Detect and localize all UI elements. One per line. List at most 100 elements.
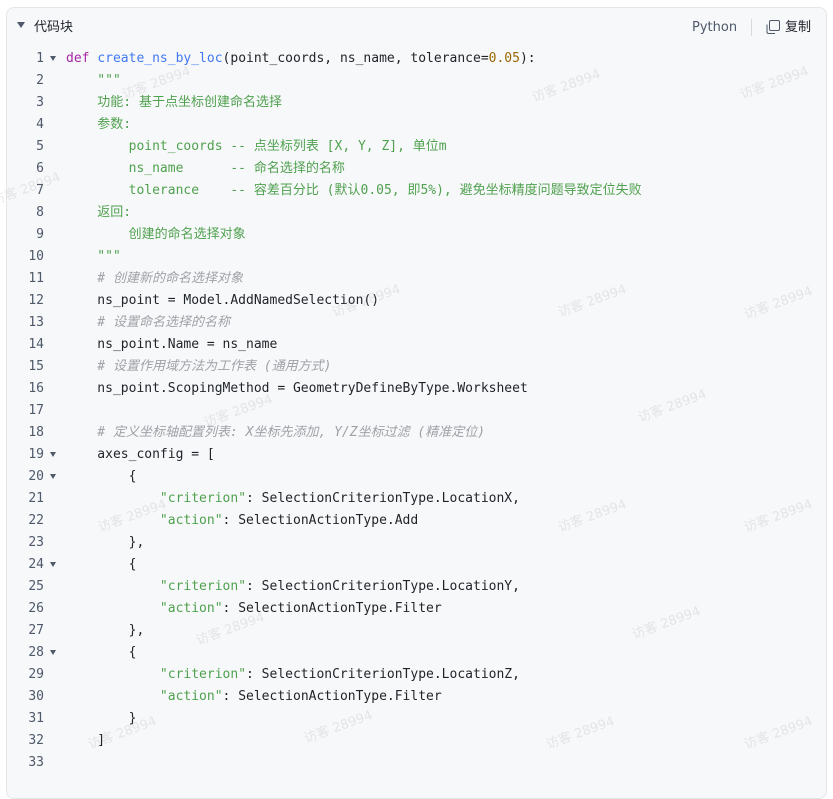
line-code: "criterion": SelectionCriterionType.Loca… [66, 664, 520, 686]
code-token: : SelectionActionType.Filter [222, 601, 442, 616]
line-code: ns_name -- 命名选择的名称 [66, 158, 345, 180]
line-number: 33 [28, 755, 44, 770]
code-token: axes_config = [ [66, 447, 215, 462]
line-code: point_coords -- 点坐标列表 [X, Y, Z], 单位m [66, 136, 447, 158]
line-number: 7 [36, 183, 44, 198]
line-number: 15 [28, 359, 44, 374]
line-code: 参数: [66, 114, 131, 136]
code-token: 创建的命名选择对象 [66, 227, 246, 242]
line-number: 8 [36, 205, 44, 220]
code-token: 参数: [66, 117, 132, 132]
line-code: 返回: [66, 202, 131, 224]
line-code: { [66, 466, 137, 488]
line-number: 19 [28, 447, 44, 462]
code-token: ): [519, 51, 536, 66]
line-code: def create_ns_by_loc(point_coords, ns_na… [66, 48, 536, 70]
code-token: """ [66, 249, 121, 264]
code-token: def [66, 51, 90, 66]
line-code: }, [66, 620, 145, 642]
code-token: 返回: [66, 205, 132, 220]
code-line: 15 # 设置作用域方法为工作表 (通用方式) [7, 356, 826, 378]
code-line: 29 "criterion": SelectionCriterionType.L… [7, 664, 826, 686]
code-line: 21 "criterion": SelectionCriterionType.L… [7, 488, 826, 510]
copy-icon [766, 20, 780, 34]
line-number: 17 [28, 403, 44, 418]
fold-caret-icon[interactable] [50, 562, 56, 567]
code-token: "criterion" [159, 579, 247, 594]
code-token: ns_name -- 命名选择的名称 [66, 161, 345, 176]
fold-caret-icon[interactable] [50, 474, 56, 479]
code-line: 17 [7, 400, 826, 422]
code-line: 27 }, [7, 620, 826, 642]
code-area[interactable]: 1 def create_ns_by_loc(point_coords, ns_n… [7, 48, 826, 774]
code-line: 11 # 创建新的命名选择对象 [7, 268, 826, 290]
code-line: 13 # 设置命名选择的名称 [7, 312, 826, 334]
line-number: 27 [28, 623, 44, 638]
code-token: point_coords -- 点坐标列表 [X, Y, Z], 单位m [66, 139, 447, 154]
code-line: 18 # 定义坐标轴配置列表: X坐标先添加, Y/Z坐标过滤 (精准定位) [7, 422, 826, 444]
code-line: 33 [7, 752, 826, 774]
line-number: 29 [28, 667, 44, 682]
code-line: 25 "criterion": SelectionCriterionType.L… [7, 576, 826, 598]
line-number: 23 [28, 535, 44, 550]
fold-caret-icon[interactable] [50, 650, 56, 655]
code-line: 28 { [7, 642, 826, 664]
line-number: 4 [36, 117, 44, 132]
fold-caret-icon[interactable] [50, 56, 56, 61]
code-line: 2 """ [7, 70, 826, 92]
line-code: # 创建新的命名选择对象 [66, 268, 243, 290]
code-token: { [66, 645, 137, 660]
line-code: axes_config = [ [66, 444, 215, 466]
code-line: 24 { [7, 554, 826, 576]
code-line: 22 "action": SelectionActionType.Add [7, 510, 826, 532]
line-number: 9 [36, 227, 44, 242]
line-number: 18 [28, 425, 44, 440]
line-code: """ [66, 70, 121, 92]
line-number: 21 [28, 491, 44, 506]
code-line: 7 tolerance -- 容差百分比 (默认0.05, 即5%), 避免坐标… [7, 180, 826, 202]
caret-down-icon[interactable] [17, 22, 25, 28]
code-line: 6 ns_name -- 命名选择的名称 [7, 158, 826, 180]
code-token: "action" [159, 513, 223, 528]
code-token: : SelectionCriterionType.LocationZ, [246, 667, 520, 682]
code-line: 8 返回: [7, 202, 826, 224]
line-code: "action": SelectionActionType.Add [66, 510, 418, 532]
line-number: 5 [36, 139, 44, 154]
line-code: "criterion": SelectionCriterionType.Loca… [66, 488, 520, 510]
code-token: # 创建新的命名选择对象 [66, 271, 243, 286]
code-token: # 设置命名选择的名称 [66, 315, 230, 330]
line-code: "action": SelectionActionType.Filter [66, 598, 442, 620]
code-token: "action" [159, 689, 223, 704]
code-block-title: 代码块 [34, 20, 74, 35]
code-line: 14 ns_point.Name = ns_name [7, 334, 826, 356]
line-number: 10 [28, 249, 44, 264]
code-line: 3 功能: 基于点坐标创建命名选择 [7, 92, 826, 114]
code-line: 20 { [7, 466, 826, 488]
code-line: 12 ns_point = Model.AddNamedSelection() [7, 290, 826, 312]
line-code: ] [66, 730, 105, 752]
code-token: 0.05 [488, 51, 520, 66]
line-number: 6 [36, 161, 44, 176]
code-token: tolerance -- 容差百分比 (默认0.05, 即5%), 避免坐标精度… [66, 183, 642, 198]
language-label: Python [692, 20, 738, 35]
line-number: 11 [28, 271, 44, 286]
code-line: 19 axes_config = [ [7, 444, 826, 466]
code-token: : SelectionCriterionType.LocationX, [246, 491, 520, 506]
line-code: { [66, 642, 137, 664]
line-code: ns_point = Model.AddNamedSelection() [66, 290, 379, 312]
code-token: # 定义坐标轴配置列表: X坐标先添加, Y/Z坐标过滤 (精准定位) [66, 425, 486, 440]
code-line: 31 } [7, 708, 826, 730]
code-token: create_ns_by_loc [97, 51, 223, 66]
line-number: 16 [28, 381, 44, 396]
code-token: ns_point = Model.AddNamedSelection() [66, 293, 380, 308]
line-code: ns_point.Name = ns_name [66, 334, 277, 356]
line-number: 32 [28, 733, 44, 748]
line-number: 24 [28, 557, 44, 572]
line-number: 2 [36, 73, 44, 88]
code-line: 23 }, [7, 532, 826, 554]
code-line: 26 "action": SelectionActionType.Filter [7, 598, 826, 620]
fold-caret-icon[interactable] [50, 452, 56, 457]
